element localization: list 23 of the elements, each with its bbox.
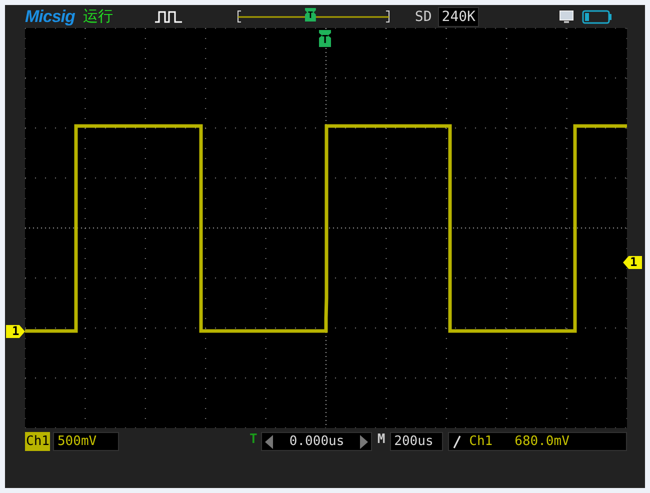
trigger-position-marker: T [304,8,316,22]
trigger-settings-panel[interactable]: Ch1 680.0mV [448,432,627,451]
trigger-label: T [249,432,258,447]
memory-position-bar[interactable]: T [236,8,390,26]
channel-marker[interactable]: 1 [6,325,25,338]
channel-label[interactable]: Ch1 [25,432,50,451]
square-wave-icon[interactable] [154,10,183,22]
monitor-icon[interactable] [559,10,574,24]
sample-depth: 240K [438,6,480,26]
timebase-value[interactable]: 200us [390,432,444,451]
timebase-label: M [377,432,386,447]
acquisition-mode: SD [414,8,432,24]
trigger-source: Ch1 [469,433,493,451]
right-arrow-icon[interactable] [359,434,370,448]
run-state[interactable]: 运行 [82,7,113,26]
trigger-level: 680.0mV [514,433,570,451]
trigger-position-marker[interactable]: T [319,30,331,47]
brand-logo: Micsig [25,6,75,26]
trigger-offset-field[interactable]: 0.000us [261,432,372,451]
left-arrow-icon[interactable] [264,434,274,448]
battery-icon [582,10,612,24]
vertical-scale[interactable]: 500mV [53,432,120,451]
rising-edge-icon [453,434,462,448]
